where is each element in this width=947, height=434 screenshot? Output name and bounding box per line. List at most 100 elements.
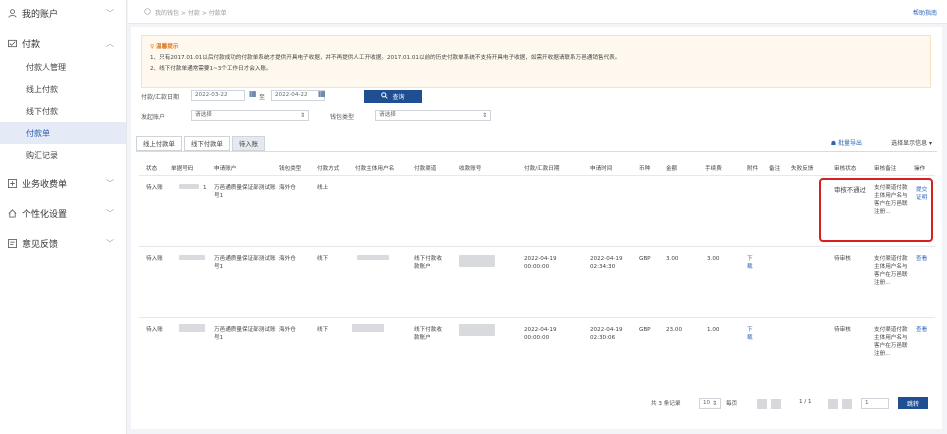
select-display-info[interactable]: 选择显示信息 ▾ xyxy=(891,138,932,147)
sidebar-section-payment[interactable]: 付款 ︿ xyxy=(0,30,126,56)
last-page-button[interactable] xyxy=(842,399,852,409)
column-header: 审核备注 xyxy=(874,166,897,172)
column-header: 备注 xyxy=(769,166,781,172)
tab-pending[interactable]: 待入账 xyxy=(231,136,266,151)
column-header: 附件 xyxy=(747,166,759,172)
page-number-input[interactable]: 1 xyxy=(861,398,889,409)
date-to-input[interactable]: 2022-04-22 xyxy=(271,90,325,101)
amount-cell: 23.00 xyxy=(666,327,683,333)
tab-bar: 线上付款单 线下付款单 待入账 xyxy=(136,136,266,151)
calendar-icon[interactable]: ▦ xyxy=(318,89,326,98)
view-link[interactable]: 查看 xyxy=(916,326,927,334)
column-header: 申请账户 xyxy=(214,166,237,172)
query-button[interactable]: 查询 xyxy=(364,90,422,103)
page-size-select[interactable]: 10 ⇕ xyxy=(699,398,721,409)
tab-divider xyxy=(136,151,937,152)
sidebar-item-payer-management[interactable]: 付款人管理 xyxy=(0,56,126,78)
sidebar-section-feedback[interactable]: 意见反馈 ﹀ xyxy=(0,230,126,256)
currency-cell: GBP xyxy=(639,256,651,262)
account-select-value: 请选择 xyxy=(195,112,212,118)
home-icon xyxy=(7,208,18,219)
redacted-payer-name xyxy=(352,324,384,332)
download-link[interactable]: 下载 xyxy=(747,255,755,271)
select-arrow-icon: ⇕ xyxy=(299,112,305,119)
doc-no-cell: 1 xyxy=(203,185,207,191)
column-header: 收款账号 xyxy=(459,166,482,172)
sidebar-section-label: 付款 xyxy=(22,39,41,50)
chevron-down-icon: ﹀ xyxy=(106,179,114,188)
date-range-separator: 至 xyxy=(259,94,266,101)
pay-date-cell: 2022-04-19 00:00:00 xyxy=(524,327,557,341)
column-header: 付款渠道 xyxy=(414,166,437,172)
next-page-button[interactable] xyxy=(828,399,838,409)
date-from-input[interactable]: 2022-03-22 xyxy=(191,90,245,101)
column-header: 手续费 xyxy=(705,166,722,172)
redacted-doc-no xyxy=(179,184,199,189)
chevron-down-icon: ﹀ xyxy=(106,9,114,18)
method-cell: 线下 xyxy=(317,327,329,333)
sidebar-section-personal-settings[interactable]: 个性化设置 ﹀ xyxy=(0,200,126,226)
account-select[interactable]: 请选择 ⇕ xyxy=(191,110,309,121)
tab-online-orders[interactable]: 线上付款单 xyxy=(136,136,182,151)
wallet-icon xyxy=(144,8,151,17)
column-header: 币种 xyxy=(639,166,651,172)
payment-icon xyxy=(7,38,18,49)
user-icon xyxy=(7,8,18,19)
sidebar-item-fx-records[interactable]: 购汇记录 xyxy=(0,144,126,166)
redacted-account-no xyxy=(459,324,495,336)
chevron-up-icon: ︿ xyxy=(106,39,114,48)
account-cell: 万邑通质量保证部测试账号1 xyxy=(214,185,276,199)
column-header: 付款主体用户名 xyxy=(355,166,395,172)
audit-status-cell: 待审核 xyxy=(834,327,851,333)
wallet-type-select[interactable]: 请选择 ⇕ xyxy=(375,110,491,121)
redacted-payer-name xyxy=(357,255,389,260)
calendar-icon[interactable]: ▦ xyxy=(249,89,257,98)
sidebar-section-label: 我的账户 xyxy=(22,9,59,20)
per-page-label: 每页 xyxy=(726,401,738,407)
wallet-cell: 海外仓 xyxy=(279,256,296,262)
sidebar-section-account[interactable]: 我的账户 ﹀ xyxy=(0,0,126,26)
page-info: 1 / 1 xyxy=(799,399,812,405)
tab-offline-orders[interactable]: 线下付款单 xyxy=(183,136,230,151)
sidebar-item-online-payment[interactable]: 线上付款 xyxy=(0,78,126,100)
channel-cell: 线下付款收款账户 xyxy=(414,327,442,341)
wallet-select-value: 请选择 xyxy=(379,112,396,118)
caret-down-icon: ▾ xyxy=(927,140,932,147)
select-arrow-icon: ⇕ xyxy=(481,112,487,119)
account-cell: 万邑通质量保证部测试账号1 xyxy=(214,256,276,270)
prev-page-button[interactable] xyxy=(771,399,781,409)
table-row: 待入账 万邑通质量保证部测试账号1 海外仓 线下 线下付款收款账户 2022-0… xyxy=(139,246,935,317)
breadcrumb: 我的钱包 > 付款 > 付款单 xyxy=(144,8,227,17)
first-page-button[interactable] xyxy=(757,399,767,409)
redacted-doc-no xyxy=(179,255,205,260)
sidebar-section-label: 业务收费单 xyxy=(22,179,68,190)
account-filter-label: 发起账户 xyxy=(141,114,166,121)
method-cell: 线上 xyxy=(317,185,329,191)
total-records: 共 3 条记录 xyxy=(651,401,681,407)
date-filter-label: 付款/汇款日期 xyxy=(141,94,180,101)
redacted-account-no xyxy=(459,255,495,267)
apply-time-cell: 2022-04-19 02:30:06 xyxy=(590,327,623,341)
audit-note-cell: 支付渠道付款主体用户名与客户在万邑联注册... xyxy=(874,327,908,357)
column-header: 钱包类型 xyxy=(279,166,302,172)
help-guide-link[interactable]: 帮助指南 xyxy=(913,8,937,17)
sidebar-item-payment-orders[interactable]: 付款单 xyxy=(0,122,126,144)
column-header: 申请时间 xyxy=(590,166,613,172)
batch-export-button[interactable]: ☗ 批量导出 xyxy=(831,138,862,147)
download-link[interactable]: 下载 xyxy=(747,326,755,342)
wallet-cell: 海外仓 xyxy=(279,185,296,191)
apply-time-cell: 2022-04-19 02:34:30 xyxy=(590,256,623,270)
view-link[interactable]: 查看 xyxy=(916,255,927,263)
column-header: 金额 xyxy=(666,166,678,172)
column-header: 付款方式 xyxy=(317,166,340,172)
status-cell: 待入账 xyxy=(146,185,163,191)
notice-box: ♀ 温馨提示 1、只有2017.01.01以后付款成功的付款单系统才提供开具电子… xyxy=(141,35,931,88)
query-button-label: 查询 xyxy=(392,94,405,101)
column-header: 审核状态 xyxy=(834,166,857,172)
fee-cell: 1.00 xyxy=(707,327,720,333)
sidebar-item-offline-payment[interactable]: 线下付款 xyxy=(0,100,126,122)
column-header: 付款/汇款日期 xyxy=(524,166,560,172)
sidebar-section-business-fees[interactable]: 业务收费单 ﹀ xyxy=(0,170,126,196)
notice-title-row: ♀ 温馨提示 xyxy=(150,42,922,53)
jump-button[interactable]: 跳转 xyxy=(898,397,928,409)
